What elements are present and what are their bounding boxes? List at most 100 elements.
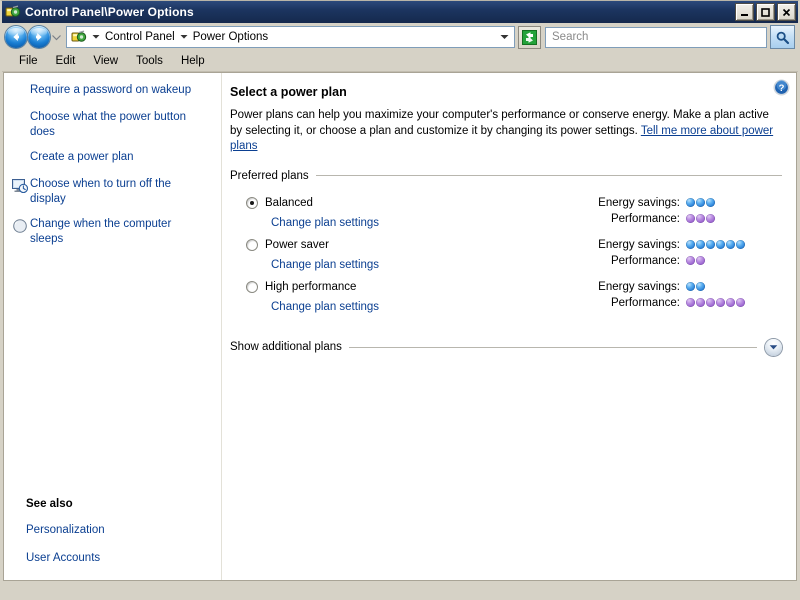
plan-meters-high-performance: Energy savings: Performance: (592, 280, 782, 312)
plan-name-balanced: Balanced (265, 197, 313, 209)
address-chevron-down-icon[interactable] (496, 27, 512, 47)
energy-dot (736, 240, 745, 249)
breadcrumb-power-options[interactable]: Power Options (190, 30, 271, 44)
sidebar-item-power-button[interactable]: Choose what the power button does (12, 110, 215, 140)
energy-row-high-performance: Energy savings: (592, 280, 782, 294)
menu-edit[interactable]: Edit (47, 53, 85, 69)
preferred-plans-header: Preferred plans (230, 170, 782, 182)
see-also-item-personalization[interactable]: Personalization (26, 520, 215, 538)
performance-dots-high-performance (686, 298, 745, 307)
performance-label-power-saver: Performance: (610, 254, 680, 267)
performance-dot (696, 214, 705, 223)
menu-view[interactable]: View (84, 53, 127, 69)
plan-left-balanced: Balanced Change plan settings (246, 195, 592, 229)
sidebar-item-create-plan[interactable]: Create a power plan (12, 150, 215, 167)
nav-arrows (5, 26, 62, 48)
svg-text:?: ? (779, 83, 785, 94)
menu-tools[interactable]: Tools (127, 53, 172, 69)
sidebar-label-require-password: Require a password on wakeup (30, 84, 192, 96)
see-also-label-user-accounts: User Accounts (26, 552, 101, 564)
maximize-button[interactable] (756, 3, 775, 21)
sidebar-label-power-button: Choose what the power button does (30, 111, 186, 138)
performance-row-high-performance: Performance: (592, 296, 782, 310)
radio-power-saver[interactable] (246, 239, 258, 251)
status-bar (2, 582, 798, 598)
sidebar-label-create-plan: Create a power plan (30, 151, 134, 163)
navigation-toolbar: Control Panel Power Options (2, 23, 798, 51)
energy-row-power-saver: Energy savings: (592, 238, 782, 252)
see-also-item-user-accounts[interactable]: User Accounts (26, 548, 215, 566)
window-controls (735, 3, 796, 21)
plan-name-high-performance: High performance (265, 281, 357, 293)
breadcrumb-separator-icon-2[interactable] (178, 34, 190, 40)
sidebar-item-turn-off-display[interactable]: Choose when to turn off the display (12, 177, 215, 207)
performance-dot (686, 298, 695, 307)
performance-dot (696, 256, 705, 265)
performance-dot (696, 298, 705, 307)
help-icon[interactable]: ? (773, 79, 790, 96)
plan-main-power-saver[interactable]: Power saver (246, 237, 592, 254)
menu-file[interactable]: File (10, 53, 47, 69)
change-plan-settings-power-saver[interactable]: Change plan settings (271, 259, 592, 271)
power-plug-icon (5, 4, 21, 20)
sidebar-item-computer-sleeps[interactable]: Change when the computer sleeps (12, 217, 215, 247)
performance-dot (736, 298, 745, 307)
breadcrumb-control-panel[interactable]: Control Panel (102, 30, 178, 44)
search-box[interactable] (545, 26, 767, 48)
energy-dot (726, 240, 735, 249)
plan-main-high-performance[interactable]: High performance (246, 279, 592, 296)
change-plan-settings-high-performance[interactable]: Change plan settings (271, 301, 592, 313)
performance-dot (706, 298, 715, 307)
energy-label-high-performance: Energy savings: (598, 280, 680, 293)
chevron-down-icon[interactable] (765, 338, 782, 356)
performance-label-high-performance: Performance: (610, 296, 680, 309)
performance-row-power-saver: Performance: (592, 254, 782, 268)
forward-button[interactable] (28, 26, 50, 48)
radio-balanced[interactable] (246, 197, 258, 209)
show-more-divider (348, 346, 757, 348)
energy-label-balanced: Energy savings: (598, 196, 680, 209)
performance-dot (716, 298, 725, 307)
plan-main-balanced[interactable]: Balanced (246, 195, 592, 212)
performance-dot (726, 298, 735, 307)
plan-meters-power-saver: Energy savings: Performance: (592, 238, 782, 270)
see-also-title: See also (26, 498, 73, 510)
search-input[interactable] (550, 30, 762, 44)
menu-bar: File Edit View Tools Help (2, 51, 798, 72)
radio-high-performance[interactable] (246, 281, 258, 293)
performance-dots-balanced (686, 214, 715, 223)
sidebar-item-require-password[interactable]: Require a password on wakeup (12, 83, 215, 100)
energy-dot (686, 240, 695, 249)
see-also-label-personalization: Personalization (26, 524, 105, 536)
energy-dot (686, 282, 695, 291)
minimize-button[interactable] (735, 3, 754, 21)
energy-dot (696, 240, 705, 249)
title-bar: Control Panel\Power Options (2, 1, 798, 23)
page-title: Select a power plan (230, 85, 347, 99)
breadcrumb-separator-icon[interactable] (90, 34, 102, 40)
preferred-plans-label: Preferred plans (230, 169, 309, 182)
address-bar[interactable]: Control Panel Power Options (66, 26, 515, 48)
change-plan-settings-balanced[interactable]: Change plan settings (271, 217, 592, 229)
energy-dot (696, 282, 705, 291)
search-button[interactable] (770, 25, 795, 49)
sidebar-label-turn-off-display: Choose when to turn off the display (30, 178, 172, 205)
plan-row-high-performance: High performance Change plan settings En… (246, 279, 782, 313)
refresh-button[interactable] (518, 25, 541, 49)
energy-dot (696, 198, 705, 207)
content-pane: ? Select a power plan Power plans can he… (222, 73, 796, 580)
show-additional-plans-row: Show additional plans (230, 338, 782, 356)
task-spacer (12, 84, 30, 100)
menu-help[interactable]: Help (172, 53, 214, 69)
performance-dot (686, 256, 695, 265)
energy-dots-high-performance (686, 282, 705, 291)
header-divider (315, 175, 782, 176)
back-button[interactable] (5, 26, 27, 48)
close-button[interactable] (777, 3, 796, 21)
performance-row-balanced: Performance: (592, 212, 782, 226)
performance-dot (686, 214, 695, 223)
energy-dot (706, 240, 715, 249)
task-spacer (12, 111, 30, 127)
recent-pages-chevron-down-icon[interactable] (51, 27, 62, 47)
monitor-clock-icon (12, 178, 30, 194)
